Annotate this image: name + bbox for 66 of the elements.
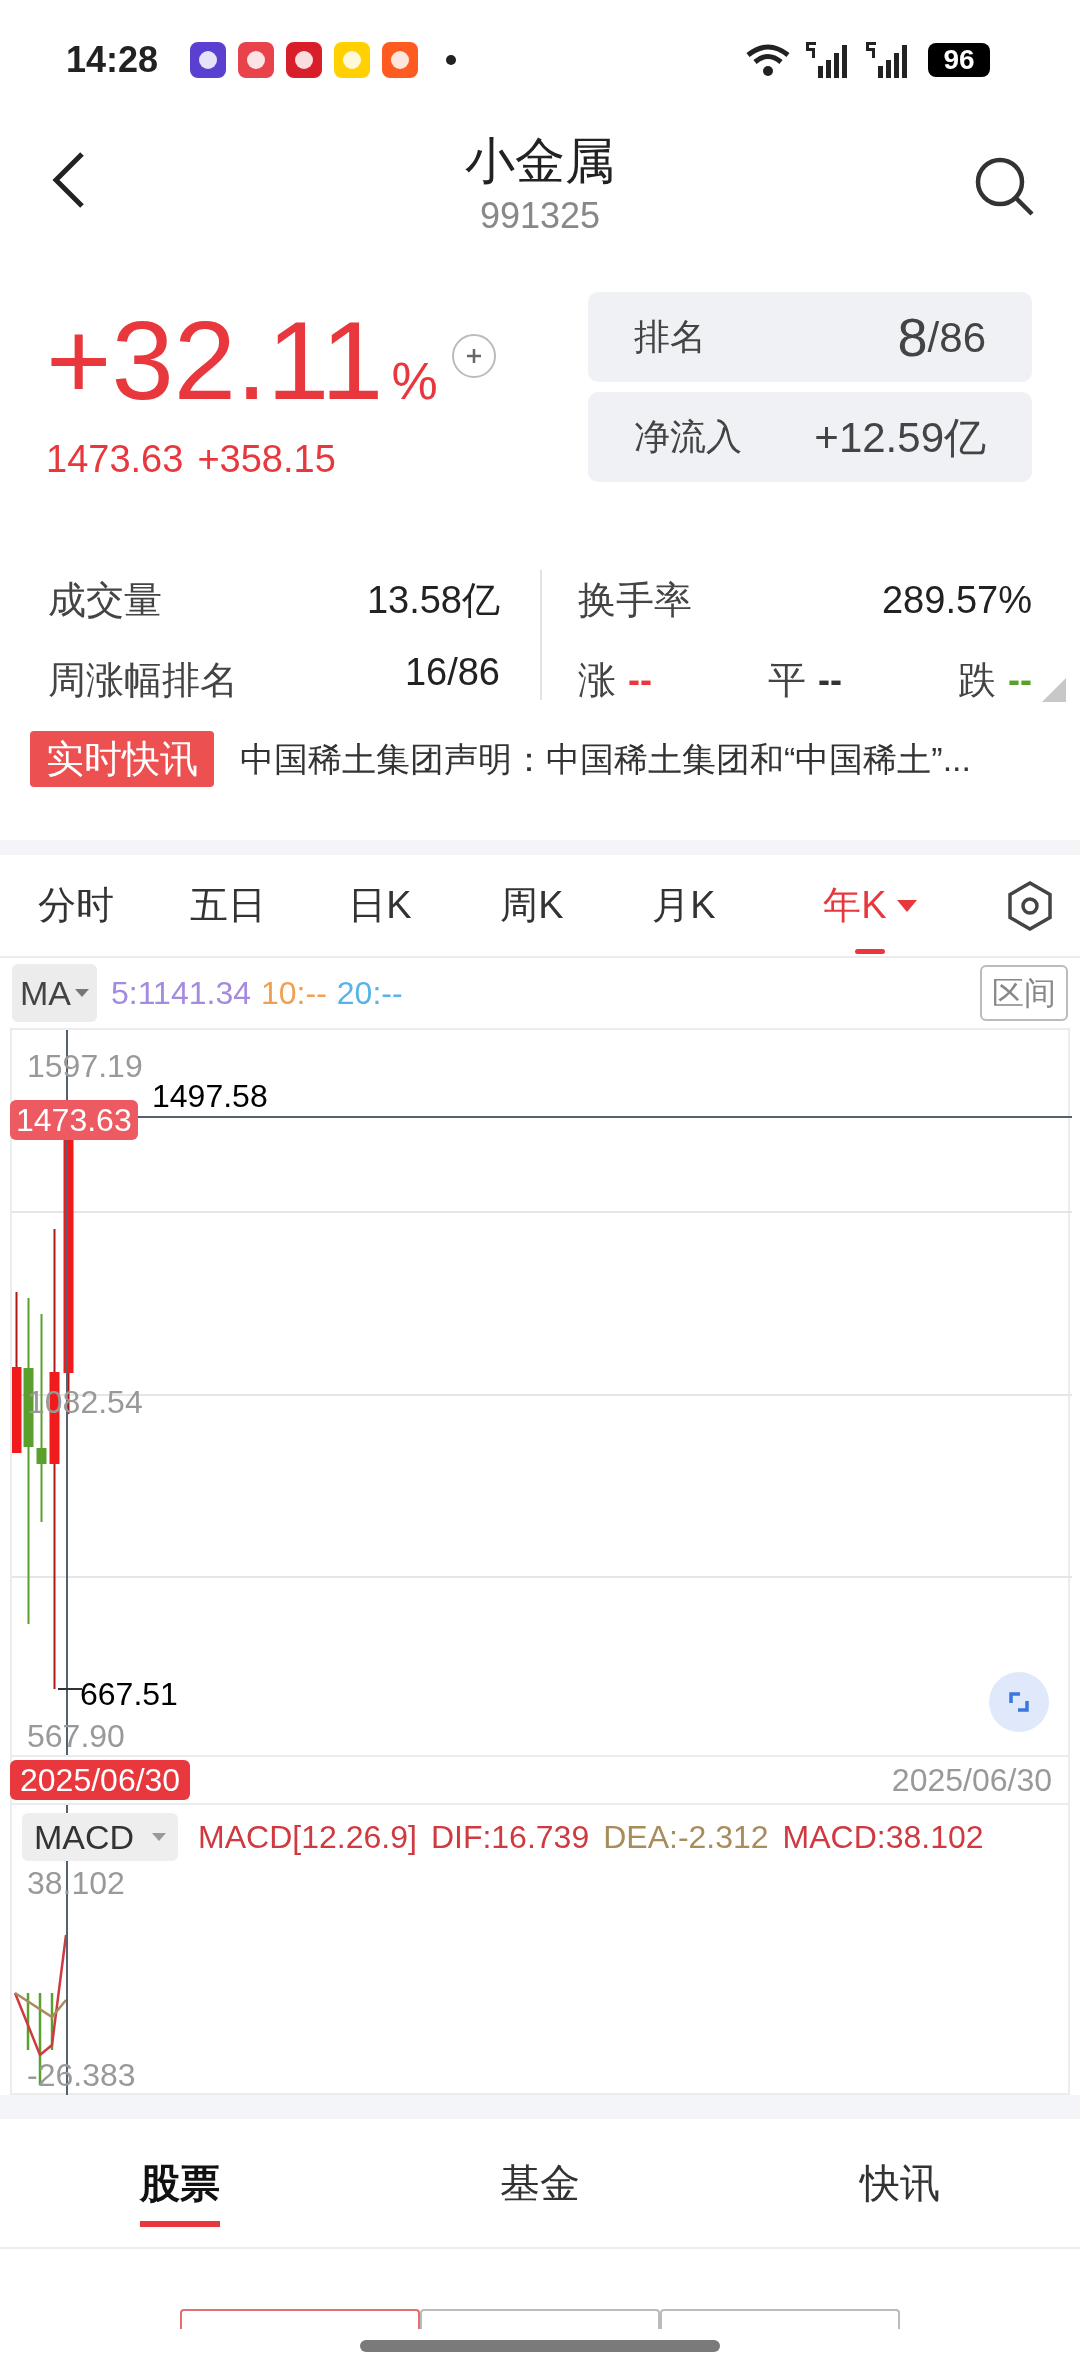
range-button[interactable]: 区间: [980, 965, 1068, 1021]
macd-value: DEA:-2.312: [603, 1818, 769, 1857]
period-tab[interactable]: 日K: [304, 855, 456, 956]
status-time: 14:28: [66, 38, 160, 82]
dropdown-caret-icon: [896, 899, 917, 912]
period-tab[interactable]: 月K: [608, 855, 760, 956]
rank-value: 8: [897, 305, 928, 369]
histogram-bar: [50, 1993, 54, 2050]
high-price-label: 1497.58: [152, 1078, 268, 1114]
back-icon[interactable]: [50, 150, 86, 210]
news-headline[interactable]: 中国稀土集团声明：中国稀土集团和“中国稀土”...: [240, 733, 971, 785]
period-tab[interactable]: 五日: [152, 855, 304, 956]
breadth-value: --: [1008, 658, 1032, 702]
period-tab[interactable]: 周K: [456, 855, 608, 956]
indicator-dropdown[interactable]: MA: [12, 964, 97, 1022]
price-tag: 1473.63: [10, 1100, 138, 1140]
end-date: 2025/06/30: [891, 1761, 1052, 1800]
macd-value: DIF:16.739: [430, 1818, 590, 1857]
tab-underline: [855, 949, 885, 954]
price: 1473.63: [46, 437, 184, 482]
segment-tab[interactable]: [180, 2309, 420, 2329]
rank-label: 排名: [634, 315, 706, 359]
category-tab[interactable]: 快讯: [860, 2139, 940, 2227]
breadth-label: 涨: [578, 657, 616, 703]
period-tab[interactable]: 分时: [0, 855, 152, 956]
date-tag: 2025/06/30: [10, 1760, 191, 1800]
wifi-icon: [744, 43, 792, 77]
indicator-dropdown[interactable]: MACD: [22, 1813, 179, 1861]
page-title: 小金属: [465, 132, 615, 191]
period-tab[interactable]: 年K: [760, 855, 980, 956]
macd-value: MACD:38.102: [782, 1818, 984, 1857]
breadth-label: 平: [768, 657, 806, 703]
tick-mark: [57, 1688, 83, 1690]
percent-sign: %: [391, 351, 438, 411]
macd-params: MACD[12.26.9]: [198, 1818, 417, 1857]
expand-icon[interactable]: [989, 1672, 1049, 1732]
corner-triangle-icon: [1042, 678, 1066, 702]
stat-value: 289.57%: [882, 577, 1032, 623]
add-icon[interactable]: [451, 334, 496, 378]
breadth-value: --: [818, 658, 842, 702]
low-price-label: 667.51: [80, 1675, 178, 1714]
price-change: +358.15: [197, 437, 336, 482]
inflow-label: 净流入: [634, 415, 742, 459]
news-badge: 实时快讯: [30, 731, 214, 787]
ma-value: 10:--: [261, 974, 327, 1013]
index-code: 991325: [479, 194, 601, 238]
settings-icon[interactable]: [1007, 880, 1053, 931]
category-tab[interactable]: 股票: [140, 2139, 220, 2227]
stat-value: 16/86: [404, 649, 500, 695]
dropdown-caret-icon: [152, 1833, 167, 1841]
change-percent: +32.11: [46, 305, 384, 417]
inflow-value: +12.59亿: [814, 412, 986, 463]
ma-value: 20:--: [336, 974, 403, 1013]
stat-value: 13.58亿: [366, 577, 500, 623]
stat-label: 成交量: [48, 577, 162, 623]
category-tab[interactable]: 基金: [500, 2139, 580, 2227]
breadth-value: --: [628, 658, 652, 702]
stat-label: 换手率: [578, 577, 692, 623]
rank-total: /86: [927, 312, 986, 363]
dropdown-caret-icon: [75, 989, 89, 997]
ma-value: 5:1141.34: [111, 974, 251, 1013]
stat-label: 周涨幅排名: [48, 657, 238, 703]
histogram-bar: [26, 1993, 30, 2050]
dea-line: [14, 1991, 67, 2019]
breadth-label: 跌: [958, 657, 996, 703]
battery-level: 96: [928, 43, 990, 77]
